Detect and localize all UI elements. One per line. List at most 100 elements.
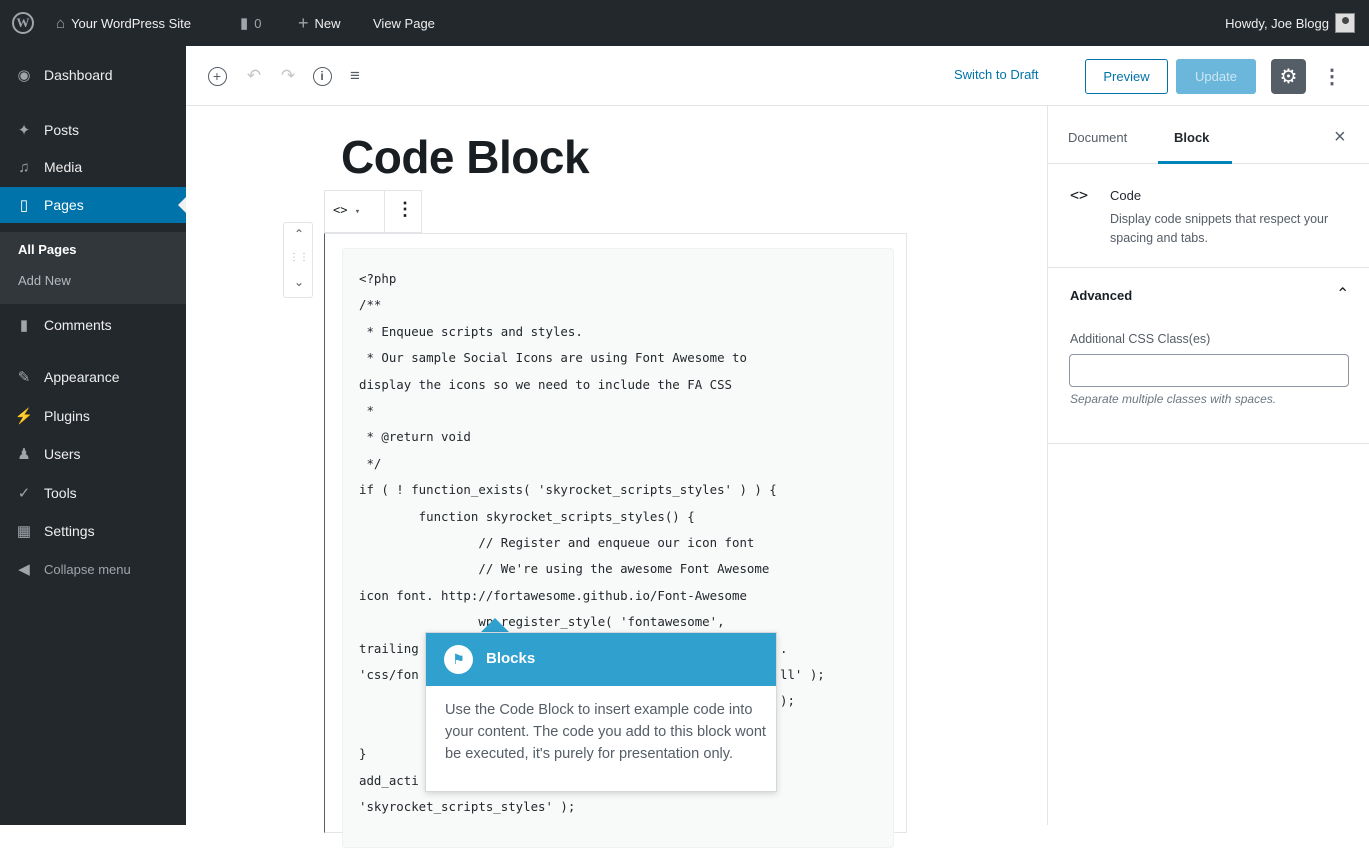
css-class-label: Additional CSS Class(es) bbox=[1070, 332, 1211, 346]
comment-icon: ▮ bbox=[240, 15, 249, 32]
admin-sidebar: ◉ Dashboard ✦ Posts ♫ Media ▯ Pages All … bbox=[0, 46, 186, 825]
drag-handle[interactable]: ⋮⋮ bbox=[284, 252, 314, 263]
comments-count: 0 bbox=[254, 15, 262, 31]
more-tools-button[interactable]: ⋮ bbox=[1322, 59, 1342, 94]
code-line: function skyrocket_scripts_styles() { bbox=[359, 509, 695, 524]
blocks-tooltip: ⚑ Blocks Use the Code Block to insert ex… bbox=[425, 632, 777, 792]
sidebar-item-pages[interactable]: ▯ Pages bbox=[0, 187, 186, 223]
code-line: */ bbox=[359, 456, 382, 471]
sidebar-item-label: Appearance bbox=[44, 369, 120, 385]
move-down-button[interactable]: ⌄ bbox=[284, 275, 314, 289]
content-info-button[interactable]: i bbox=[308, 62, 336, 90]
sidebar-item-settings[interactable]: ▦ Settings bbox=[0, 513, 186, 549]
redo-button[interactable]: ↷ bbox=[274, 62, 302, 90]
undo-button[interactable]: ↶ bbox=[240, 62, 268, 90]
drag-handle-icon: ⋮⋮ bbox=[289, 252, 309, 263]
advanced-panel-toggle[interactable]: Advanced bbox=[1070, 288, 1132, 303]
more-vertical-icon: ⋮ bbox=[396, 199, 414, 219]
css-class-help: Separate multiple classes with spaces. bbox=[1070, 392, 1277, 406]
collapse-icon: ◀ bbox=[18, 561, 30, 578]
chevron-up-icon[interactable]: ⌃ bbox=[1336, 284, 1349, 304]
block-card: <> Code Display code snippets that respe… bbox=[1048, 164, 1369, 268]
sidebar-item-label: Users bbox=[44, 446, 81, 462]
sidebar-item-tools[interactable]: ✓ Tools bbox=[0, 475, 186, 511]
add-block-button[interactable]: + bbox=[203, 62, 231, 90]
code-line: // Register and enqueue our icon font bbox=[359, 535, 755, 550]
code-line-tail: . bbox=[780, 641, 788, 656]
code-line: * bbox=[359, 403, 374, 418]
block-toolbar: <> ▾ ⋮ bbox=[324, 190, 422, 234]
brush-icon: ✎ bbox=[17, 369, 31, 386]
gear-icon: ⚙ bbox=[1279, 66, 1298, 88]
new-content-link[interactable]: + New bbox=[298, 0, 341, 46]
code-line: wp_register_style( 'fontawesome', bbox=[359, 614, 725, 629]
sidebar-item-label: Posts bbox=[44, 122, 80, 138]
code-line: 'skyrocket_scripts_styles' ); bbox=[359, 799, 576, 814]
code-line: trailing bbox=[359, 641, 419, 656]
media-icon: ♫ bbox=[18, 158, 30, 176]
sidebar-item-posts[interactable]: ✦ Posts bbox=[0, 112, 186, 148]
block-card-title: Code bbox=[1110, 188, 1142, 203]
submenu-all-pages[interactable]: All Pages bbox=[18, 242, 77, 257]
sidebar-item-label: Plugins bbox=[44, 408, 90, 424]
sidebar-item-users[interactable]: ♟ Users bbox=[0, 436, 186, 472]
code-line: if ( ! function_exists( 'skyrocket_scrip… bbox=[359, 482, 777, 497]
code-line: icon font. http://fortawesome.github.io/… bbox=[359, 588, 747, 603]
update-button[interactable]: Update bbox=[1176, 59, 1256, 94]
sidebar-item-label: Settings bbox=[44, 523, 95, 539]
sidebar-item-label: Media bbox=[44, 159, 83, 175]
chevron-down-icon: ▾ bbox=[354, 207, 361, 217]
code-icon: <> bbox=[1070, 186, 1089, 204]
wrench-icon: ✓ bbox=[17, 485, 31, 502]
submenu-add-new[interactable]: Add New bbox=[18, 273, 71, 288]
panel-tabs: Document Block × bbox=[1048, 106, 1369, 164]
block-settings-sidebar: Document Block × <> Code Display code sn… bbox=[1047, 106, 1369, 825]
sidebar-item-label: Pages bbox=[44, 197, 84, 213]
preview-button[interactable]: Preview bbox=[1085, 59, 1168, 94]
block-more-options-button[interactable]: ⋮ bbox=[396, 199, 414, 220]
list-icon: ≡ bbox=[350, 66, 360, 85]
comments-link[interactable]: ▮ 0 bbox=[240, 0, 262, 46]
settings-icon: ▦ bbox=[16, 523, 32, 540]
settings-toggle-button[interactable]: ⚙ bbox=[1271, 59, 1306, 94]
sidebar-item-comments[interactable]: ▮ Comments bbox=[0, 307, 186, 343]
close-sidebar-button[interactable]: × bbox=[1334, 126, 1346, 149]
tab-block[interactable]: Block bbox=[1174, 130, 1209, 145]
sidebar-item-dashboard[interactable]: ◉ Dashboard bbox=[0, 57, 186, 93]
code-line: add_acti bbox=[359, 773, 419, 788]
plus-circle-icon: + bbox=[207, 66, 227, 86]
redo-icon: ↷ bbox=[280, 66, 296, 85]
plus-icon: + bbox=[298, 12, 309, 33]
block-type-switcher[interactable]: <> ▾ bbox=[333, 203, 360, 217]
sidebar-item-media[interactable]: ♫ Media bbox=[0, 149, 186, 185]
comment-icon: ▮ bbox=[19, 317, 29, 334]
post-title[interactable]: Code Block bbox=[341, 130, 590, 184]
code-line-tail: ll' ); bbox=[780, 667, 825, 682]
css-class-input[interactable] bbox=[1069, 354, 1349, 387]
code-line-tail: ); bbox=[780, 693, 795, 708]
site-name-link[interactable]: ⌂ Your WordPress Site bbox=[56, 0, 191, 46]
switch-to-draft-button[interactable]: Switch to Draft bbox=[954, 67, 1039, 82]
code-line: // We're using the awesome Font Awesome bbox=[359, 561, 770, 576]
view-page-link[interactable]: View Page bbox=[373, 0, 435, 46]
block-navigation-button[interactable]: ≡ bbox=[341, 62, 369, 90]
site-name: Your WordPress Site bbox=[71, 15, 192, 31]
editor-header-toolbar: + ↶ ↷ i ≡ Switch to Draft Preview Update… bbox=[186, 46, 1369, 106]
sidebar-item-plugins[interactable]: ⚡ Plugins bbox=[0, 398, 186, 434]
code-icon: <> bbox=[333, 203, 348, 217]
home-icon: ⌂ bbox=[56, 14, 66, 32]
sidebar-item-appearance[interactable]: ✎ Appearance bbox=[0, 359, 186, 395]
wordpress-logo-menu[interactable]: W bbox=[12, 0, 34, 46]
pages-icon: ▯ bbox=[19, 197, 29, 214]
code-line: } bbox=[359, 746, 367, 761]
sidebar-collapse-menu[interactable]: ◀ Collapse menu bbox=[0, 551, 186, 587]
tooltip-body: Use the Code Block to insert example cod… bbox=[445, 702, 766, 762]
code-line: 'css/fon bbox=[359, 667, 419, 682]
user-account-menu[interactable]: Howdy, Joe Blogg bbox=[1225, 0, 1355, 46]
sidebar-item-label: Comments bbox=[44, 317, 112, 333]
tab-document[interactable]: Document bbox=[1068, 130, 1127, 145]
undo-icon: ↶ bbox=[246, 66, 262, 85]
dashboard-icon: ◉ bbox=[17, 67, 31, 84]
move-up-button[interactable]: ⌃ bbox=[284, 227, 314, 241]
more-vertical-icon: ⋮ bbox=[1322, 66, 1342, 88]
